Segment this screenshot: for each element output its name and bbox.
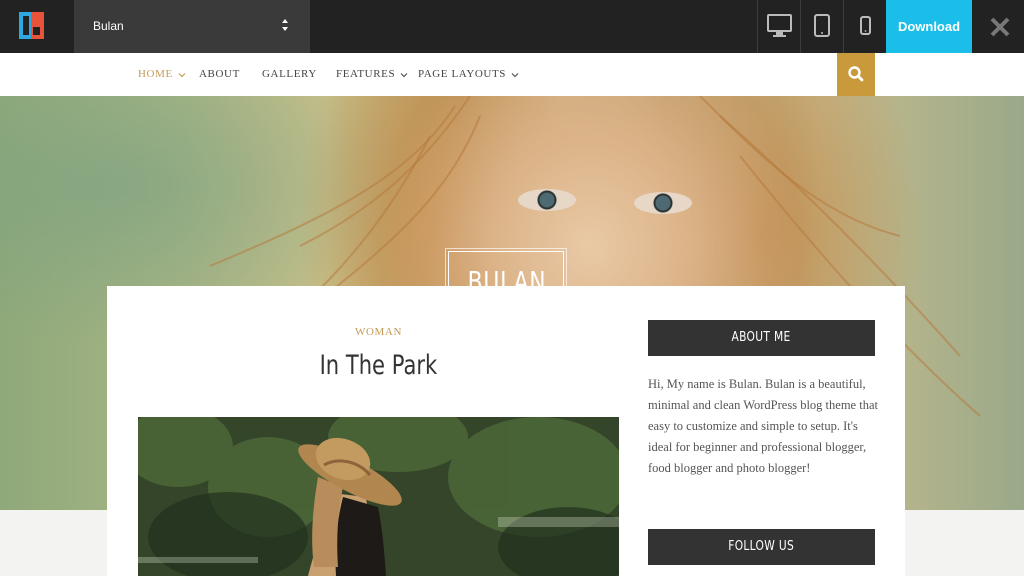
updown-arrows-icon	[282, 19, 288, 31]
chevron-down-icon	[511, 72, 519, 77]
nav-item-features[interactable]: FEATURES	[336, 53, 408, 96]
post-category[interactable]: WOMAN	[138, 326, 619, 338]
tablet-icon	[814, 14, 830, 37]
tablet-view-button[interactable]	[800, 0, 843, 53]
follow-us-heading-text: FOLLOW US	[728, 539, 795, 554]
preview-toolbar: Bulan Download	[0, 0, 1024, 53]
about-me-text: Hi, My name is Bulan. Bulan is a beautif…	[648, 377, 878, 475]
search-button[interactable]	[837, 53, 875, 96]
about-me-heading: ABOUT ME	[648, 320, 875, 356]
close-icon	[990, 17, 1010, 37]
chevron-down-icon	[400, 72, 408, 77]
nav-item-label: GALLERY	[262, 68, 317, 80]
logo-icon	[19, 12, 44, 39]
desktop-view-button[interactable]	[757, 0, 800, 53]
post-title-text: In The Park	[319, 350, 438, 381]
post-featured-image[interactable]	[138, 417, 619, 576]
mobile-icon	[860, 16, 871, 35]
nav-item-gallery[interactable]: GALLERY	[262, 53, 317, 96]
post-photo	[138, 417, 619, 576]
nav-item-label: ABOUT	[199, 68, 240, 80]
post-title[interactable]: In The Park	[138, 350, 619, 381]
nav-item-label: PAGE LAYOUTS	[418, 68, 506, 80]
nav-item-page-layouts[interactable]: PAGE LAYOUTS	[418, 53, 519, 96]
theme-preview-logo[interactable]	[0, 0, 74, 53]
download-button[interactable]: Download	[886, 0, 972, 53]
desktop-icon	[767, 14, 792, 37]
theme-selector-label: Bulan	[93, 19, 124, 33]
nav-item-label: HOME	[138, 68, 173, 80]
nav-item-label: FEATURES	[336, 68, 396, 80]
theme-selector[interactable]: Bulan	[74, 0, 310, 53]
follow-us-heading: FOLLOW US	[648, 529, 875, 565]
about-me-heading-text: ABOUT ME	[731, 330, 792, 345]
search-icon	[848, 66, 864, 82]
nav-item-home[interactable]: HOME	[138, 53, 186, 96]
site-navigation: HOME ABOUT GALLERY FEATURES PAGE LAYOUTS	[0, 53, 1024, 96]
close-preview-button[interactable]	[987, 14, 1013, 40]
chevron-down-icon	[178, 72, 186, 77]
nav-item-about[interactable]: ABOUT	[199, 53, 240, 96]
mobile-view-button[interactable]	[843, 0, 886, 53]
